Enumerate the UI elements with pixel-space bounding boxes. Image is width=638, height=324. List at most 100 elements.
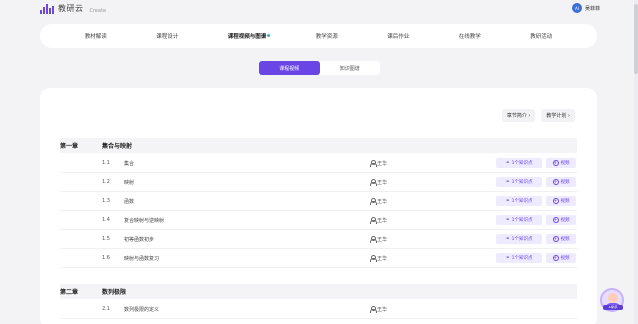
person-icon [370,217,377,224]
knowledge-point-label: 1个知识点 [511,161,533,166]
person-icon [370,160,377,167]
chapter-header: 第一章 集合与映射 [60,138,577,153]
teacher-name: 王华 [377,198,388,205]
table-row: 1.6 映射与函数复习 王华 ⚭ 1个知识点 + 视频 [60,249,577,268]
knowledge-point-button[interactable]: ⚭ 1个知识点 [496,215,542,225]
video-button[interactable]: + 视频 [546,177,576,187]
knowledge-point-label: 1个知识点 [511,180,533,185]
knowledge-point-label: 1个知识点 [511,237,533,242]
link-icon: ⚭ [505,217,510,223]
knowledge-point-button[interactable]: ⚭ 1个知识点 [496,234,542,244]
person-icon [370,255,377,262]
section-title[interactable]: 数列极限的定义 [124,306,159,313]
video-button[interactable]: + 视频 [546,253,576,263]
teacher-name: 王华 [377,160,388,167]
video-label: 视频 [560,180,570,185]
avatar[interactable]: AI [571,3,582,13]
link-icon: ⚭ [505,198,510,204]
knowledge-point-button[interactable]: ⚭ 1个知识点 [496,253,542,263]
panel-tools: 章节简介 › 教学计划 › [501,109,575,122]
plus-circle-icon: + [552,236,559,242]
video-button[interactable]: + 视频 [546,196,576,206]
plus-circle-icon: + [552,160,559,166]
chapter-title: 数列极限 [102,289,127,296]
nav-item-resources[interactable]: 教学资源 [316,32,338,40]
view-toggle: 课程视频 知识图谱 [259,61,380,75]
video-button[interactable]: + 视频 [546,234,576,244]
section-number: 1.6 [102,255,110,261]
section-title[interactable]: 映射与函数复习 [124,255,159,262]
teacher: 王华 [370,255,387,262]
video-label: 视频 [560,161,570,166]
plus-circle-icon: + [552,217,559,223]
table-row: 1.4 复合映射与逆映射 王华 ⚭ 1个知识点 + 视频 [60,211,577,230]
teacher: 王华 [370,236,387,243]
teacher: 王华 [370,198,387,205]
main-nav: 教材解读 课程设计 课程视频与图谱 教学资源 课后作业 在线教学 教研活动 [40,24,597,48]
knowledge-point-label: 1个知识点 [511,218,533,223]
section-number: 1.5 [102,236,110,242]
table-row: 1.2 映射 王华 ⚭ 1个知识点 + 视频 [60,173,577,192]
page-scrollbar[interactable] [634,0,638,324]
video-label: 视频 [560,237,570,242]
link-icon: ⚭ [505,255,510,261]
table-row: 1.3 函数 王华 ⚭ 1个知识点 + 视频 [60,192,577,211]
section-title[interactable]: 函数 [124,198,134,205]
teacher-name: 王华 [377,217,388,224]
section-title[interactable]: 映射 [124,179,134,186]
teaching-plan-button[interactable]: 教学计划 › [541,109,575,122]
nav-item-course-design[interactable]: 课程设计 [156,32,178,40]
logo-text: 教研云 [58,4,84,13]
chapter-number: 第一章 [60,143,79,150]
video-label: 视频 [560,256,570,261]
knowledge-point-button[interactable]: ⚭ 1个知识点 [496,158,542,168]
nav-item-homework[interactable]: 课后作业 [387,32,409,40]
course-panel: 章节简介 › 教学计划 › 第一章 集合与映射 1.1 集合 王华 ⚭ 1个知识点… [40,88,597,324]
table-row: 1.5 初等函数初步 王华 ⚭ 1个知识点 + 视频 [60,230,577,249]
knowledge-point-label: 1个知识点 [511,256,533,261]
video-label: 视频 [560,218,570,223]
teacher: 王华 [370,160,387,167]
user-menu[interactable]: AI 吴菲菲 [571,3,600,13]
knowledge-point-button[interactable]: ⚭ 1个知识点 [496,177,542,187]
section-number: 1.1 [102,160,110,166]
logo[interactable]: 教研云 Create [40,3,106,14]
tab-knowledge-graph[interactable]: 知识图谱 [320,61,381,75]
chapter-title: 集合与映射 [102,143,133,150]
section-number: 1.3 [102,198,110,204]
scrollbar-thumb[interactable] [634,4,638,74]
logo-bars-icon [40,4,54,14]
link-icon: ⚭ [505,179,510,185]
chapter-intro-button[interactable]: 章节简介 › [501,109,536,122]
video-button[interactable]: + 视频 [546,215,576,225]
chapter-header: 第二章 数列极限 [60,284,577,299]
nav-item-online-teaching[interactable]: 在线教学 [459,32,481,40]
section-title[interactable]: 复合映射与逆映射 [124,217,164,224]
ai-assistant-label[interactable]: AI助手 [603,305,623,310]
nav-item-textbook[interactable]: 教材解读 [85,32,107,40]
teacher-name: 王华 [377,255,388,262]
logo-subtext: Create [89,8,107,14]
link-icon: ⚭ [505,160,510,166]
section-title[interactable]: 集合 [124,160,134,167]
teacher: 王华 [370,217,387,224]
chapter-number: 第二章 [60,289,79,296]
nav-item-video-graph[interactable]: 课程视频与图谱 [228,32,270,40]
teacher: 王华 [370,179,387,186]
person-icon [370,179,377,186]
knowledge-point-button[interactable]: ⚭ 1个知识点 [496,196,542,206]
knowledge-point-label: 1个知识点 [511,199,533,204]
person-icon [370,236,377,243]
section-number: 1.4 [102,217,110,223]
section-title[interactable]: 初等函数初步 [124,236,154,243]
video-button[interactable]: + 视频 [546,158,576,168]
teacher-name: 王华 [377,179,388,186]
top-bar: 教研云 Create AI 吴菲菲 [0,0,638,18]
user-name: 吴菲菲 [584,5,600,12]
person-icon [370,306,377,313]
plus-circle-icon: + [552,179,559,185]
teacher-name: 王华 [377,236,388,243]
tab-course-video[interactable]: 课程视频 [259,61,320,75]
nav-item-research[interactable]: 教研活动 [530,32,552,40]
plus-circle-icon: + [552,255,559,261]
